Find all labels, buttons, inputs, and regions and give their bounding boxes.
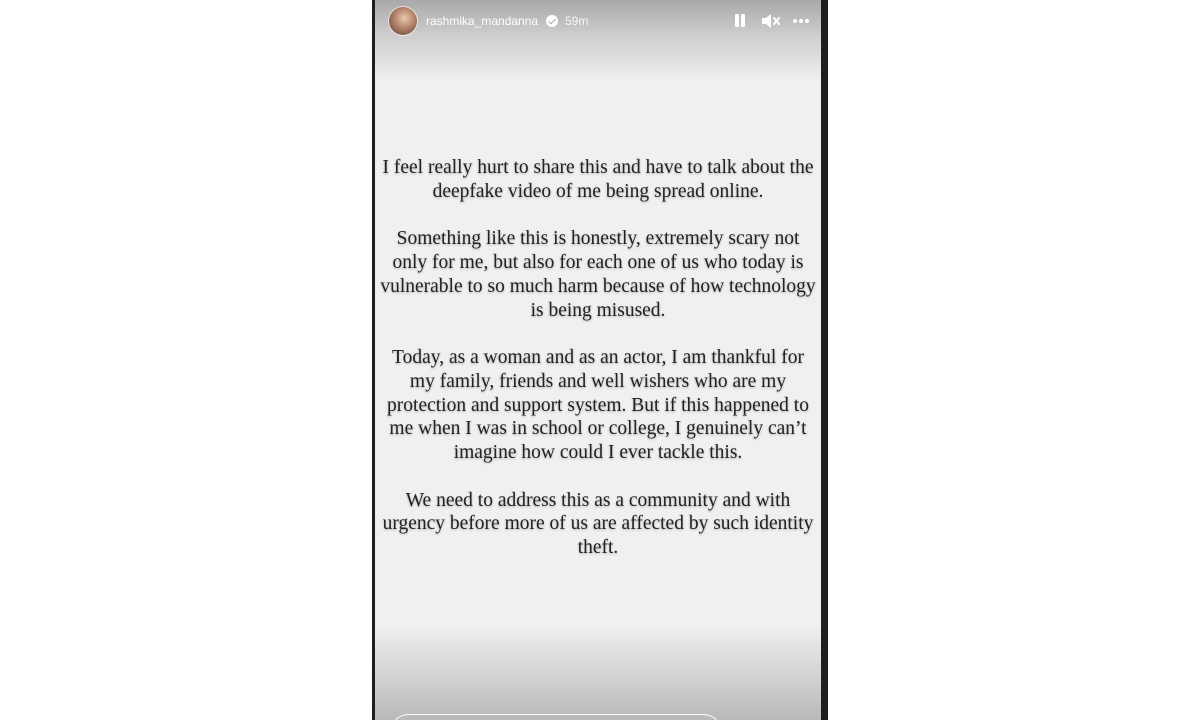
muted-speaker-icon bbox=[762, 14, 780, 28]
reply-input[interactable] bbox=[389, 714, 723, 720]
bottom-gradient bbox=[375, 625, 821, 720]
more-horizontal-icon bbox=[793, 19, 797, 23]
story-paragraph: Today, as a woman and as an actor, I am … bbox=[387, 347, 809, 464]
story-text: I feel really hurt to share this and hav… bbox=[380, 156, 816, 584]
page: rashmika_mandanna 59m I feel really hurt… bbox=[0, 0, 1200, 720]
post-time: 59m bbox=[565, 14, 589, 28]
avatar[interactable] bbox=[389, 7, 417, 35]
username[interactable]: rashmika_mandanna bbox=[426, 14, 538, 28]
story-paragraph: Something like this is honestly, extreme… bbox=[380, 228, 816, 321]
story-paragraph: We need to address this as a community a… bbox=[382, 489, 814, 559]
pause-icon bbox=[735, 14, 739, 27]
story-header: rashmika_mandanna 59m bbox=[389, 6, 809, 38]
verified-badge-icon bbox=[546, 15, 558, 27]
more-options-button[interactable] bbox=[791, 11, 813, 31]
story-viewer[interactable]: rashmika_mandanna 59m I feel really hurt… bbox=[375, 0, 821, 720]
story-paragraph: I feel really hurt to share this and hav… bbox=[382, 157, 814, 202]
pause-button[interactable] bbox=[729, 11, 751, 31]
mute-button[interactable] bbox=[759, 11, 781, 31]
